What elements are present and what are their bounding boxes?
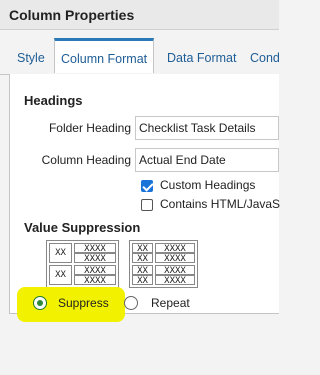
sample-cell: XX bbox=[132, 253, 153, 264]
contains-html-label: Contains HTML/JavaS bbox=[160, 197, 281, 211]
sample-cell: XXXX bbox=[74, 265, 116, 276]
tab-data-format[interactable]: Data Format bbox=[167, 38, 236, 74]
suppress-radio-label: Suppress bbox=[58, 296, 109, 310]
sample-cell: XX bbox=[49, 265, 72, 285]
headings-section-title: Headings bbox=[24, 93, 83, 108]
sample-cell: XXXX bbox=[74, 253, 116, 264]
sample-cell: XXXX bbox=[74, 243, 116, 254]
sample-cell: XX bbox=[132, 243, 153, 254]
column-heading-label: Column Heading bbox=[41, 153, 131, 167]
sample-cell: XXXX bbox=[155, 275, 195, 286]
tab-conditional-format[interactable]: Cond bbox=[250, 38, 280, 74]
value-suppression-section-title: Value Suppression bbox=[24, 220, 141, 235]
repeat-radio[interactable] bbox=[124, 296, 138, 310]
tab-column-format[interactable]: Column Format bbox=[54, 38, 155, 73]
column-heading-input[interactable] bbox=[135, 148, 279, 172]
sample-cell: XXXX bbox=[155, 265, 195, 276]
sample-cell: XXXX bbox=[74, 275, 116, 286]
repeat-sample-grid: XX XXXX XX XXXX XX XXXX XX XXXX bbox=[129, 240, 198, 288]
custom-headings-checkbox[interactable] bbox=[141, 180, 153, 192]
dialog-title: Column Properties bbox=[0, 0, 279, 30]
sample-cell: XX bbox=[132, 275, 153, 286]
folder-heading-input[interactable] bbox=[135, 116, 279, 140]
contains-html-checkbox[interactable] bbox=[141, 199, 153, 211]
custom-headings-label: Custom Headings bbox=[160, 178, 256, 192]
dialog-footer-area bbox=[0, 322, 279, 375]
tab-style[interactable]: Style bbox=[17, 38, 45, 74]
sample-cell: XX bbox=[132, 265, 153, 276]
sample-cell: XXXX bbox=[155, 243, 195, 254]
suppress-radio[interactable] bbox=[33, 296, 47, 310]
folder-heading-label: Folder Heading bbox=[48, 121, 131, 135]
suppress-sample-grid: XX XXXX XXXX XX XXXX XXXX bbox=[46, 240, 119, 288]
sample-cell: XXXX bbox=[155, 253, 195, 264]
repeat-radio-label: Repeat bbox=[151, 296, 190, 310]
tab-bar: Style Column Format Data Format Cond bbox=[0, 38, 280, 75]
sample-cell: XX bbox=[49, 243, 72, 263]
